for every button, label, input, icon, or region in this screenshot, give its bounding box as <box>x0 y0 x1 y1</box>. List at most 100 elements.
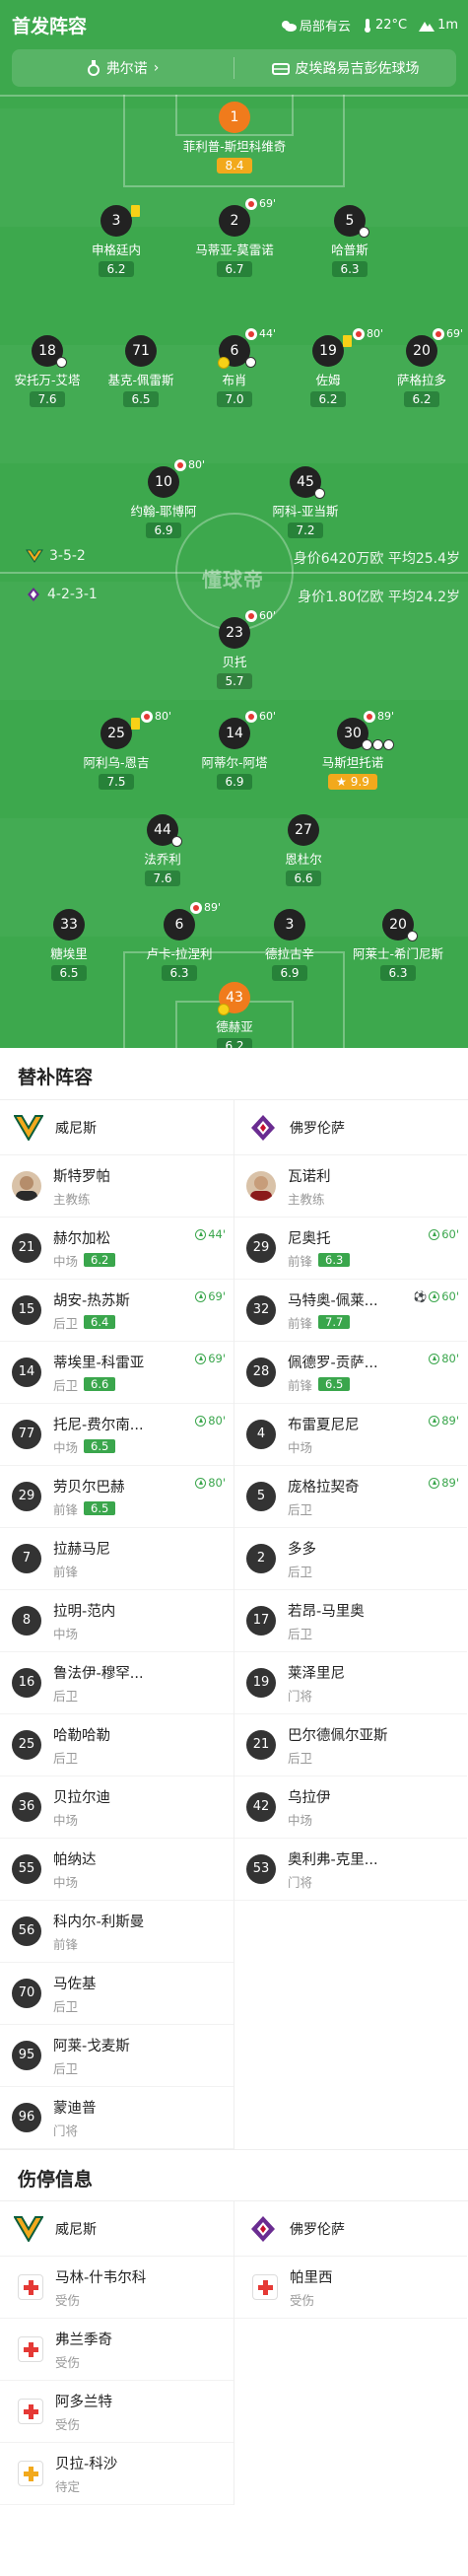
sub-player-row[interactable]: 17 若昂-马里奥 后卫 <box>234 1590 467 1652</box>
player-position-row: 前锋 6.5 <box>288 1375 378 1394</box>
player-position-row: 前锋 <box>53 1562 110 1580</box>
sub-player-row[interactable]: 53 奥利弗-克里... 门将 <box>234 1839 467 1901</box>
sub-in-badge: 60' <box>429 1227 459 1241</box>
sub-player-row[interactable]: 7 拉赫马尼 前锋 <box>0 1528 234 1590</box>
player-marker[interactable]: 19 80' 佐姆 6.2 <box>274 327 383 407</box>
ball-icon <box>383 739 394 750</box>
player-marker[interactable]: 44 法乔利 7.6 <box>108 814 217 886</box>
medical-cross-icon <box>18 2274 43 2300</box>
player-marker[interactable]: 45 阿科-亚当斯 7.2 <box>251 466 360 538</box>
player-marker[interactable]: 3 申格廷内 6.2 <box>62 205 170 277</box>
player-marker[interactable]: 20 69' 萨格拉多 6.2 <box>368 327 468 407</box>
player-position: 后卫 <box>53 1998 79 2014</box>
sub-player-row[interactable]: 16 鲁法伊-穆罕... 后卫 <box>0 1652 234 1714</box>
sub-out-icon <box>190 901 202 914</box>
sub-player-row[interactable]: 25 哈勒哈勒 后卫 <box>0 1714 234 1776</box>
player-rating: 7.6 <box>145 870 180 886</box>
sub-player-row[interactable]: 4 布雷夏尼尼 中场 89' <box>234 1404 467 1466</box>
player-number: 29 <box>12 1482 41 1511</box>
sub-player-row[interactable]: 36 贝拉尔迪 中场 <box>0 1776 234 1839</box>
sub-player-row[interactable]: 32 马特奥-佩莱... 前锋 7.7 ⚽ 60' <box>234 1280 467 1342</box>
player-marker[interactable]: 5 哈普斯 6.3 <box>296 205 404 277</box>
injury-row[interactable]: 阿多兰特 受伤 <box>0 2381 234 2443</box>
sub-player-row[interactable]: 56 科内尔-利斯曼 前锋 <box>0 1901 234 1963</box>
sub-player-row[interactable]: 8 拉明-范内 中场 <box>0 1590 234 1652</box>
player-position: 前锋 <box>288 1377 313 1393</box>
away-team-row[interactable]: 佛罗伦萨 <box>234 2201 467 2257</box>
thermometer-icon <box>364 18 370 33</box>
player-marker[interactable]: 33 糖埃里 6.5 <box>15 909 123 981</box>
sub-player-row[interactable]: 70 马佐基 后卫 <box>0 1963 234 2025</box>
player-marker[interactable]: 20 阿莱士-希门尼斯 6.3 <box>344 909 452 981</box>
sub-player-row[interactable]: 28 佩德罗-贡萨... 前锋 6.5 80' <box>234 1342 467 1404</box>
player-marker[interactable]: 1 菲利普-斯坦科维奇 8.4 <box>180 102 289 174</box>
player-position: 后卫 <box>53 1315 79 1331</box>
sub-player-row[interactable]: 96 蒙迪普 门将 <box>0 2087 234 2149</box>
wind-icon <box>419 21 435 32</box>
player-marker[interactable]: 10 80' 约翰-耶博阿 6.9 <box>109 458 218 538</box>
sub-player-row[interactable]: 95 阿莱-戈麦斯 后卫 <box>0 2025 234 2087</box>
player-marker[interactable]: 25 80' 阿利乌-恩吉 7.5 <box>62 710 171 790</box>
player-marker[interactable]: 23 60' 贝托 5.7 <box>180 609 289 689</box>
player-position-row: 中场 <box>53 1810 110 1829</box>
sub-player-row[interactable]: 14 蒂埃里-科雷亚 后卫 6.6 69' <box>0 1342 234 1404</box>
player-marker[interactable]: 3 德拉古辛 6.9 <box>235 909 344 981</box>
sub-in-badge: ⚽ 60' <box>414 1289 460 1303</box>
pitch: 首发阵容 局部有云 22°C 1m 弗尔诺 › 皮埃路易吉彭佐球场 懂球帝 3-… <box>0 0 468 1048</box>
player-name: 马佐基 <box>53 1976 97 1992</box>
sub-minute: 69' <box>259 197 277 210</box>
wind: 1m <box>419 18 458 33</box>
injury-row[interactable]: 弗兰季奇 受伤 <box>0 2319 234 2381</box>
injury-status: 受伤 <box>55 2354 81 2370</box>
sub-player-row[interactable]: 5 庞格拉契奇 后卫 89' <box>234 1466 467 1528</box>
home-team-row[interactable]: 威尼斯 <box>0 2201 234 2257</box>
sub-in-icon <box>195 1290 207 1302</box>
player-position-row: 门将 <box>288 1686 345 1705</box>
away-subs-list: 29 尼奥托 前锋 6.3 60' 32 马特奥-佩莱... 前锋 7.7 ⚽ 60' 28 佩德罗-贡… <box>234 1218 467 2149</box>
player-marker[interactable]: 6 44' 布肖 7.0 <box>180 327 289 407</box>
temperature: 22°C <box>363 18 407 33</box>
player-name: 庞格拉契奇 <box>288 1479 360 1496</box>
sub-player-row[interactable]: 29 劳贝尔巴赫 前锋 6.5 80' <box>0 1466 234 1528</box>
player-rating: 6.5 <box>51 965 87 981</box>
sub-in-icon <box>429 1353 440 1364</box>
sub-player-row[interactable]: 21 巴尔德佩尔亚斯 后卫 <box>234 1714 467 1776</box>
sub-player-row[interactable]: 15 胡安-热苏斯 后卫 6.4 69' <box>0 1280 234 1342</box>
away-coach-row[interactable]: 瓦诺利 主教练 <box>234 1155 467 1218</box>
sub-player-row[interactable]: 29 尼奥托 前锋 6.3 60' <box>234 1218 467 1280</box>
player-marker[interactable]: 27 恩杜尔 6.6 <box>249 814 358 886</box>
sub-player-row[interactable]: 55 帕纳达 中场 <box>0 1839 234 1901</box>
home-team-row[interactable]: 威尼斯 <box>0 1100 234 1155</box>
sub-player-row[interactable]: 2 多多 后卫 <box>234 1528 467 1590</box>
player-position: 后卫 <box>288 1626 313 1641</box>
sub-out-icon <box>245 609 257 622</box>
venue-cell[interactable]: 皮埃路易吉彭佐球场 <box>234 49 456 87</box>
injury-row[interactable]: 帕里西 受伤 <box>234 2257 467 2319</box>
sub-player-row[interactable]: 21 赫尔加松 中场 6.2 44' <box>0 1218 234 1280</box>
yellow-card-icon <box>131 205 140 217</box>
injuries-team-header: 威尼斯 马林-什韦尔科 受伤 弗兰季奇 受伤 阿多兰特 受伤 贝拉-科沙 待定 佛罗伦萨 帕里… <box>0 2200 468 2505</box>
injury-row[interactable]: 贝拉-科沙 待定 <box>0 2443 234 2505</box>
temperature-text: 22°C <box>374 18 408 33</box>
player-marker[interactable]: 14 60' 阿蒂尔-阿塔 6.9 <box>180 710 289 790</box>
player-marker[interactable]: 71 基克-佩雷斯 6.5 <box>87 335 195 407</box>
player-marker[interactable]: 6 89' 卢卡-拉涅利 6.3 <box>125 901 234 981</box>
home-coach-row[interactable]: 斯特罗帕 主教练 <box>0 1155 234 1218</box>
player-number: 55 <box>12 1854 41 1884</box>
sub-player-row[interactable]: 19 莱泽里尼 门将 <box>234 1652 467 1714</box>
player-name: 糖埃里 <box>50 946 88 961</box>
player-number: 33 <box>53 909 85 940</box>
sub-player-row[interactable]: 42 乌拉伊 中场 <box>234 1776 467 1839</box>
player-info: 拉明-范内 中场 <box>53 1600 115 1642</box>
player-number: 5 <box>246 1482 276 1511</box>
injury-row[interactable]: 马林-什韦尔科 受伤 <box>0 2257 234 2319</box>
player-number: 27 <box>288 814 319 846</box>
away-team-row[interactable]: 佛罗伦萨 <box>234 1100 467 1155</box>
player-marker[interactable]: 43 德赫亚 6.2 <box>180 982 289 1048</box>
sub-player-row[interactable]: 77 托尼-费尔南... 中场 6.5 80' <box>0 1404 234 1466</box>
sub-minute: 44' <box>208 1227 226 1241</box>
coach-name: 瓦诺利 <box>288 1168 331 1185</box>
player-marker[interactable]: 2 69' 马蒂亚-莫雷诺 6.7 <box>180 197 289 277</box>
referee-cell[interactable]: 弗尔诺 › <box>12 49 234 87</box>
player-marker[interactable]: 30 89' 马斯坦托诺 ★ 9.9 <box>299 710 407 790</box>
